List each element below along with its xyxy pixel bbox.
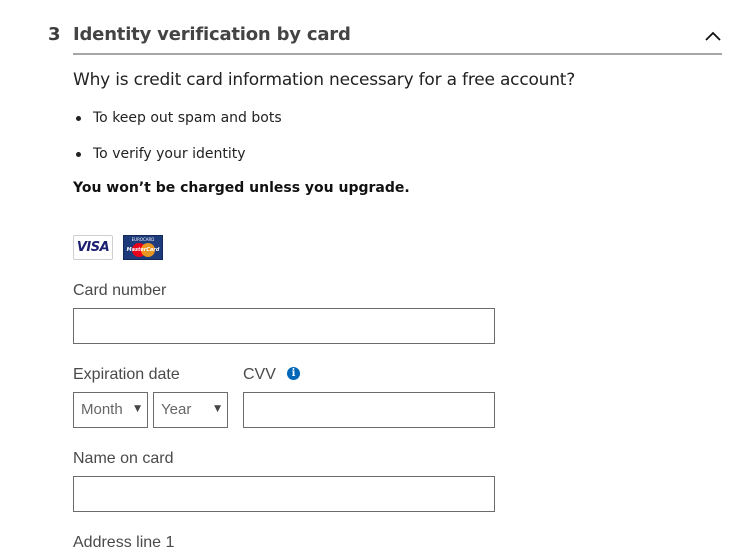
visa-logo-icon: VISA: [73, 235, 113, 260]
info-icon[interactable]: i: [287, 367, 300, 380]
card-number-label: Card number: [73, 282, 167, 299]
year-select-value: Year: [161, 401, 192, 418]
name-on-card-input[interactable]: [73, 476, 495, 512]
expiration-month-select[interactable]: Month ▼: [73, 392, 148, 428]
reason-text: To verify your identity: [93, 146, 246, 162]
card-number-input[interactable]: [73, 308, 495, 344]
step-number: 3: [48, 24, 61, 45]
mastercard-wordmark: MasterCard: [126, 247, 160, 253]
mastercard-logo-icon: EUROCARD MasterCard: [123, 235, 163, 260]
bullet-icon: [76, 152, 81, 157]
chevron-up-icon: [705, 31, 721, 41]
section-title: Identity verification by card: [73, 24, 351, 45]
list-item: To keep out spam and bots: [73, 108, 282, 144]
mastercard-caption: EUROCARD: [131, 237, 155, 242]
address-line-1-label: Address line 1: [73, 534, 175, 551]
expiration-year-select[interactable]: Year ▼: [153, 392, 228, 428]
section-header: 3 Identity verification by card: [0, 0, 745, 56]
collapse-section-button[interactable]: [702, 26, 724, 44]
dropdown-arrow-icon: ▼: [214, 404, 221, 414]
header-divider: [73, 53, 722, 55]
name-on-card-label: Name on card: [73, 450, 174, 467]
month-select-value: Month: [81, 401, 123, 418]
cvv-input[interactable]: [243, 392, 495, 428]
list-item: To verify your identity: [73, 144, 282, 180]
info-question: Why is credit card information necessary…: [73, 70, 576, 90]
cvv-label: CVV: [243, 366, 276, 383]
dropdown-arrow-icon: ▼: [134, 404, 141, 414]
reasons-list: To keep out spam and bots To verify your…: [73, 108, 282, 180]
expiration-date-label: Expiration date: [73, 366, 180, 383]
bullet-icon: [76, 116, 81, 121]
reason-text: To keep out spam and bots: [93, 110, 282, 126]
no-charge-notice: You won’t be charged unless you upgrade.: [73, 180, 410, 196]
